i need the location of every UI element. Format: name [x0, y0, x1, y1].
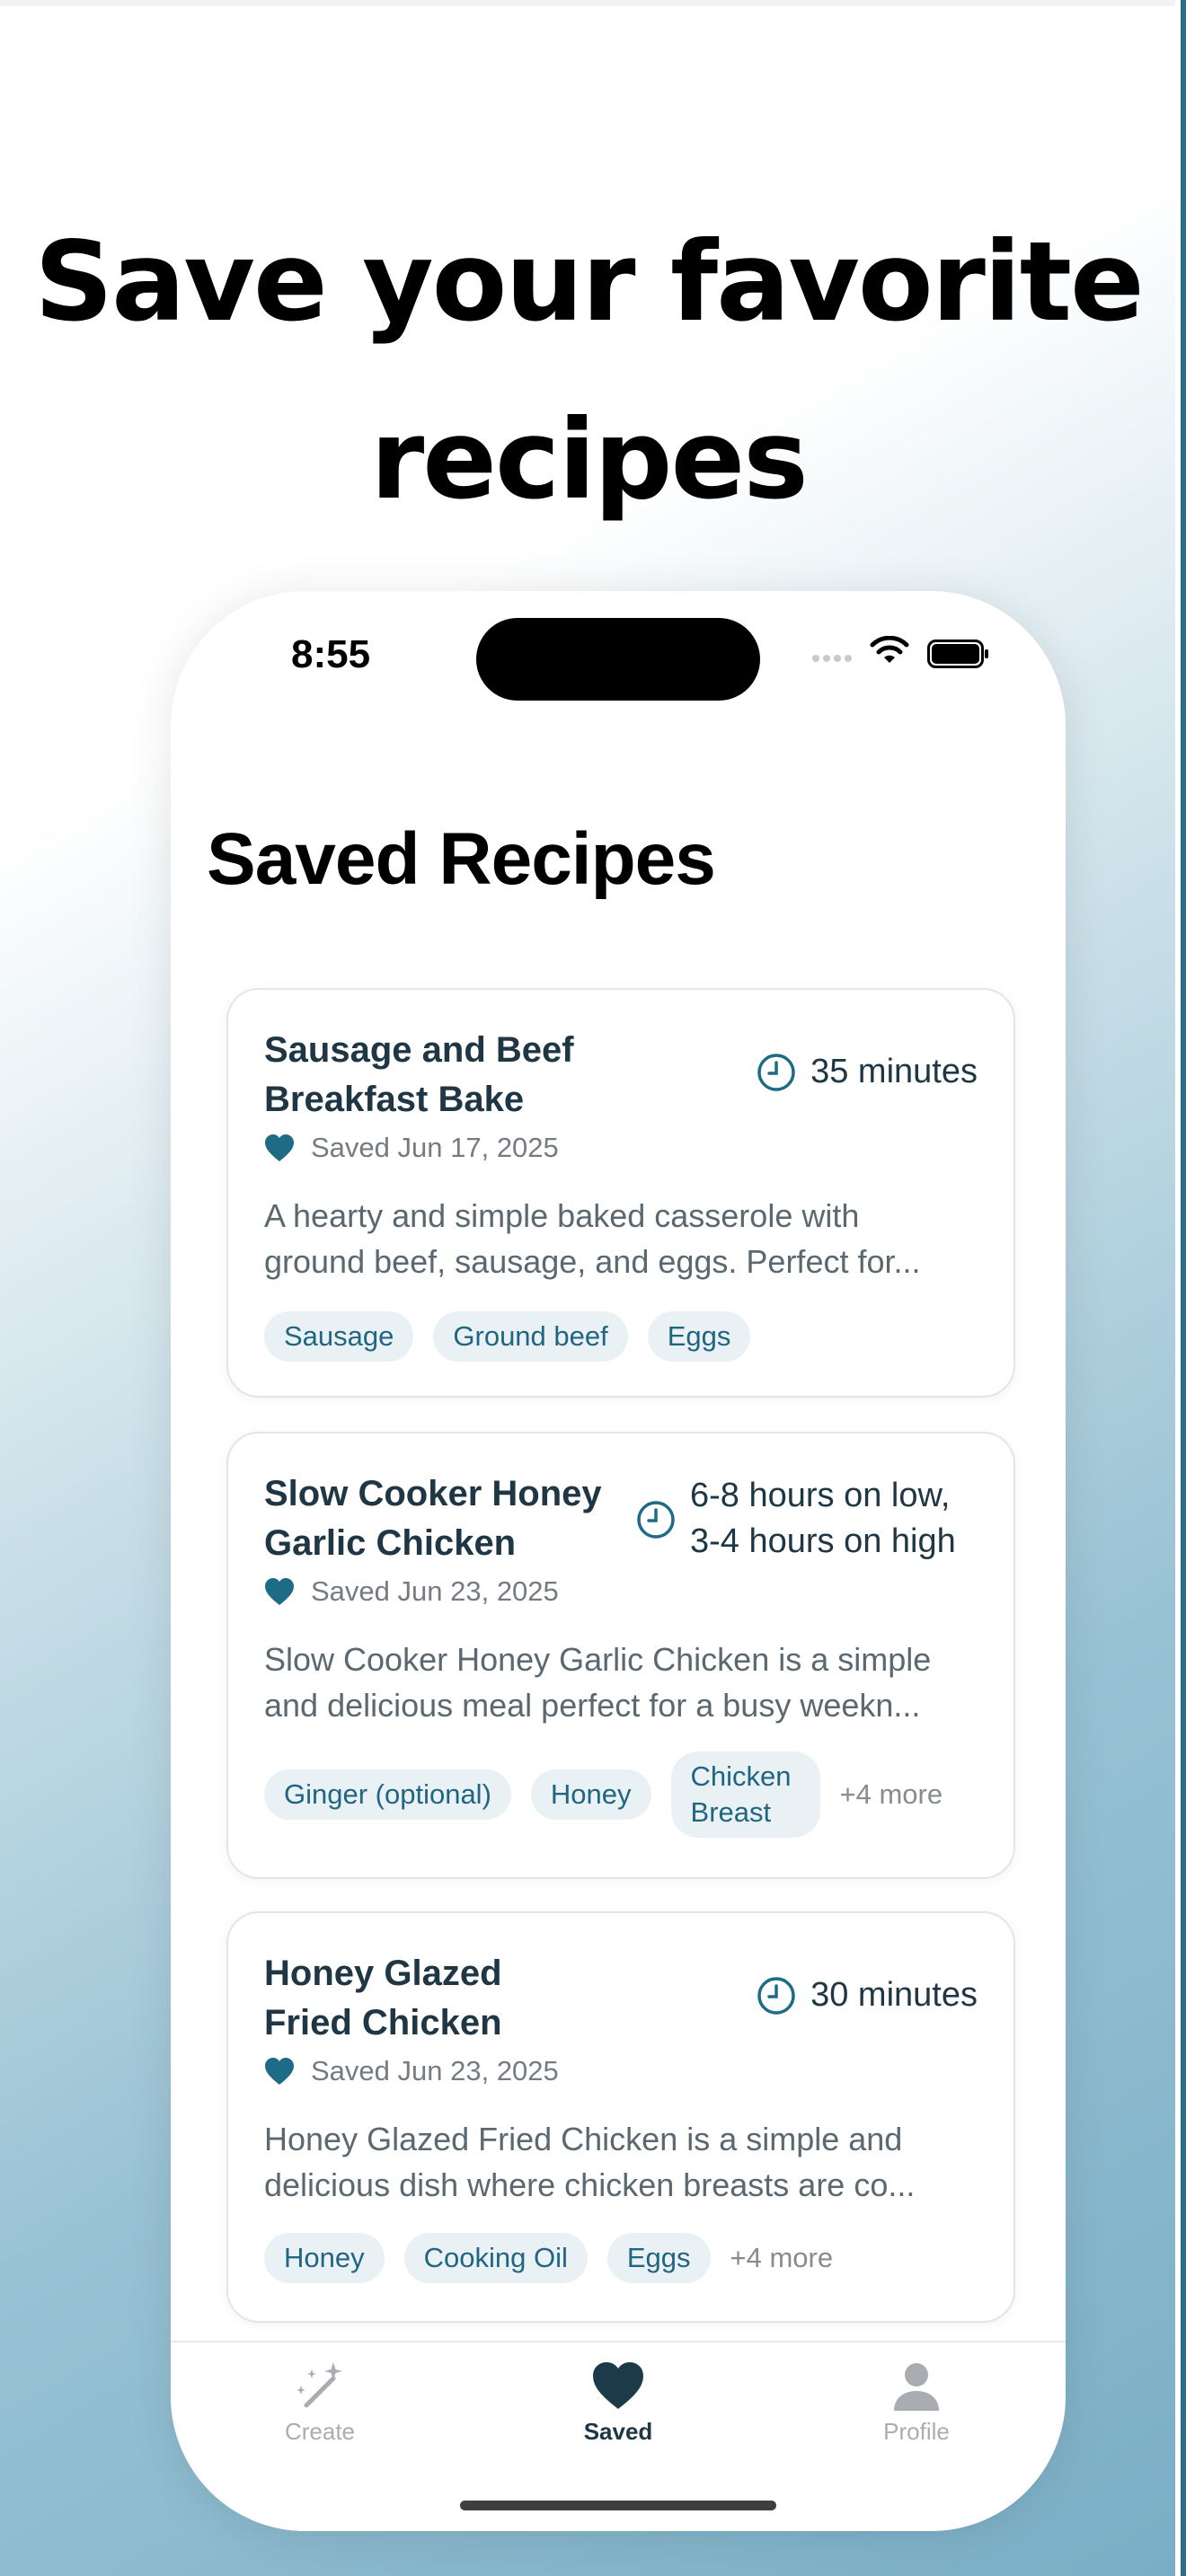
time-label-line: 3-4 hours on high [690, 1522, 956, 1560]
promo-headline: Save your favorite recipes [0, 193, 1177, 549]
tab-label: Saved [583, 2418, 653, 2445]
recipe-title-line: Honey Glazed [264, 1954, 502, 1993]
ingredient-tag: Cooking Oil [403, 2233, 588, 2283]
saved-label: Saved Jun 23, 2025 [311, 1575, 559, 1607]
heart-icon [265, 2058, 294, 2085]
heart-icon [593, 2362, 643, 2409]
ingredient-tag: Eggs [606, 2233, 711, 2283]
time-label: 6-8 hours on low, 3-4 hours on high [690, 1473, 978, 1565]
recipe-title-line: Garlic Chicken [264, 1523, 517, 1563]
page-title: Saved Recipes [207, 818, 716, 900]
clock-icon [757, 1977, 795, 2015]
recipe-title: Honey Glazed Fried Chicken [264, 1949, 659, 2048]
recipe-description: A hearty and simple baked casserole with… [264, 1193, 974, 1284]
tab-label: Profile [883, 2418, 950, 2445]
description-line: Honey Glazed Fried Chicken is a simple a… [264, 2121, 903, 2157]
person-icon [894, 2363, 939, 2411]
recipe-description: Honey Glazed Fried Chicken is a simple a… [264, 2116, 974, 2208]
ingredient-tag: Honey [264, 2233, 385, 2283]
recipe-title-line: Fried Chicken [264, 2003, 502, 2042]
ingredient-tags: Ginger (optional) Honey Chicken Breast +… [264, 1751, 943, 1838]
recipe-time: 30 minutes [757, 1972, 978, 2018]
ingredient-tag: Sausage [264, 1311, 414, 1362]
recipe-card[interactable]: Slow Cooker Honey Garlic Chicken 6-8 hou… [226, 1432, 1015, 1879]
tab-profile[interactable]: Profile [827, 2359, 1006, 2446]
tab-label: Create [284, 2418, 356, 2445]
ingredient-tag: Honey [530, 1769, 651, 1820]
wifi-icon [870, 636, 909, 663]
saved-date: Saved Jun 23, 2025 [264, 1575, 559, 1608]
recipe-title: Slow Cooker Honey Garlic Chicken [264, 1469, 659, 1568]
saved-label: Saved Jun 17, 2025 [311, 1132, 559, 1163]
cellular-signal-icon [812, 650, 855, 666]
phone-mockup: 8:55 Saved Recipes Sausage and Beef Brea… [171, 591, 1066, 2531]
time-label: 30 minutes [810, 1976, 978, 2014]
right-edge-bar [1181, 0, 1186, 2576]
description-line: Slow Cooker Honey Garlic Chicken is a si… [264, 1641, 932, 1678]
tab-create[interactable]: Create [230, 2359, 410, 2446]
recipe-card[interactable]: Honey Glazed Fried Chicken 30 minutes Sa… [226, 1911, 1015, 2323]
dynamic-island [476, 618, 760, 701]
tab-saved[interactable]: Saved [528, 2359, 708, 2446]
home-indicator[interactable] [460, 2501, 776, 2510]
saved-date: Saved Jun 23, 2025 [264, 2055, 559, 2087]
recipe-description: Slow Cooker Honey Garlic Chicken is a si… [264, 1636, 974, 1728]
headline-line-1: Save your favorite [34, 218, 1145, 346]
description-line: and delicious meal perfect for a busy we… [264, 1687, 921, 1724]
more-tags-label: +4 more [730, 2242, 834, 2273]
ingredient-tags: Honey Cooking Oil Eggs +4 more [264, 2233, 833, 2283]
recipe-title-line: Slow Cooker Honey [264, 1474, 602, 1513]
battery-icon [927, 640, 988, 668]
heart-icon [265, 1134, 294, 1161]
more-tags-label: +4 more [839, 1778, 943, 1810]
recipe-time: 6-8 hours on low, 3-4 hours on high [636, 1473, 978, 1565]
description-line: delicious dish where chicken breasts are… [264, 2166, 916, 2203]
ingredient-tags: Sausage Ground beef Eggs [264, 1311, 770, 1362]
saved-date: Saved Jun 17, 2025 [264, 1132, 559, 1164]
saved-label: Saved Jun 23, 2025 [311, 2055, 559, 2086]
time-label: 35 minutes [810, 1053, 978, 1090]
recipe-card[interactable]: Sausage and Beef Breakfast Bake 35 minut… [226, 988, 1015, 1398]
description-line: A hearty and simple baked casserole with [264, 1197, 860, 1234]
recipe-title-line: Sausage and Beef [264, 1030, 574, 1070]
time-label-line: 6-8 hours on low, [690, 1477, 951, 1514]
headline-line-2: recipes [370, 396, 809, 524]
ingredient-tag: Eggs [647, 1311, 751, 1362]
magic-wand-icon [296, 2362, 342, 2408]
recipe-time: 35 minutes [757, 1049, 978, 1095]
description-line: ground beef, sausage, and eggs. Perfect … [264, 1243, 921, 1280]
ingredient-tag: Ground beef [433, 1311, 628, 1362]
clock-icon [637, 1501, 675, 1539]
ingredient-tag: Chicken Breast [670, 1751, 820, 1838]
status-time: 8:55 [291, 632, 371, 676]
heart-icon [265, 1578, 294, 1605]
recipe-title: Sausage and Beef Breakfast Bake [264, 1026, 659, 1125]
ingredient-tag: Ginger (optional) [264, 1769, 511, 1820]
recipe-title-line: Breakfast Bake [264, 1080, 525, 1119]
clock-icon [757, 1054, 795, 1091]
top-border [0, 0, 1186, 6]
